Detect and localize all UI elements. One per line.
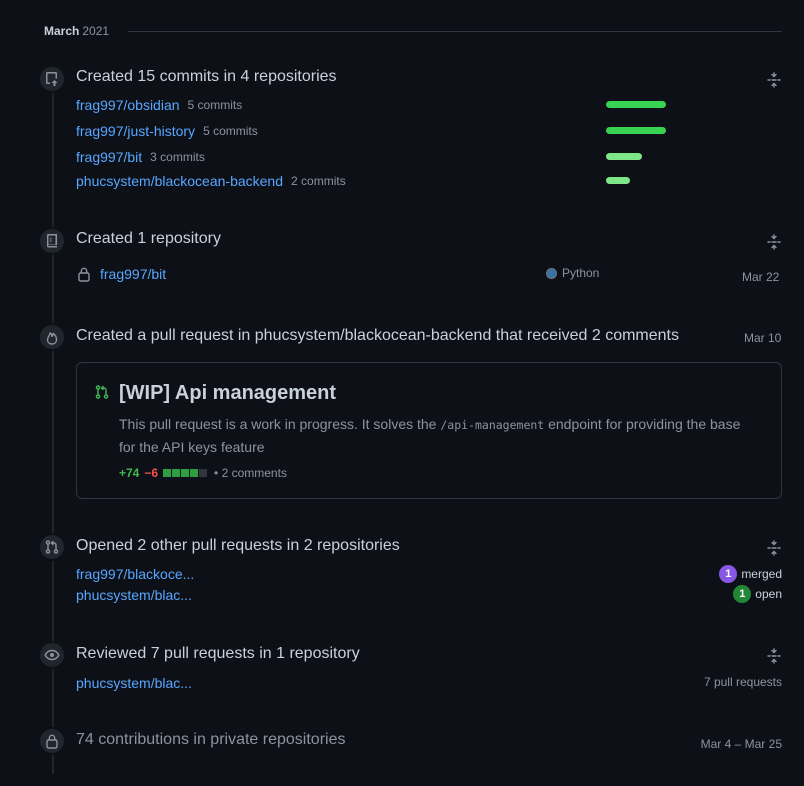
- pr-additions: +74: [119, 466, 140, 480]
- pr-section-title: Created a pull request in phucsystem/bla…: [76, 327, 679, 344]
- fold-icon[interactable]: [766, 234, 782, 250]
- private-badge: [38, 727, 66, 755]
- reviewed-section-title: Reviewed 7 pull requests in 1 repository: [76, 645, 360, 662]
- merged-count: 1: [719, 565, 738, 583]
- repo-icon: [47, 234, 57, 248]
- repo-date: Mar 22: [742, 270, 780, 284]
- contribution-activity: March 2021 Created 15 commits in 4 reposi…: [0, 0, 804, 786]
- review-badge: [38, 641, 66, 669]
- reviewed-repo-link[interactable]: phucsystem/blac...: [76, 675, 192, 691]
- commit-count[interactable]: 3 commits: [150, 150, 205, 164]
- pr-meta: +74 −6 • 2 comments: [119, 466, 287, 480]
- commit-repo-link[interactable]: frag997/obsidian: [76, 97, 180, 113]
- fold-icon[interactable]: [766, 540, 782, 556]
- merged-status[interactable]: 1 merged: [719, 565, 782, 583]
- commit-repo-link[interactable]: frag997/just-history: [76, 123, 195, 139]
- pr-description: This pull request is a work in progress.…: [119, 413, 759, 458]
- private-section-title: 74 contributions in private repositories: [76, 731, 346, 748]
- commit-row: frag997/bit 3 commits: [76, 147, 205, 167]
- month-label: March 2021: [44, 24, 109, 38]
- created-repo-link[interactable]: frag997/bit: [100, 266, 166, 282]
- month-year: 2021: [82, 24, 110, 38]
- timeline-line: [52, 92, 54, 774]
- pr-date: Mar 10: [744, 331, 782, 345]
- commit-count[interactable]: 2 commits: [291, 174, 346, 188]
- month-name: March: [44, 24, 80, 38]
- open-count: 1: [733, 585, 752, 603]
- private-date-range: Mar 4 – Mar 25: [700, 737, 782, 751]
- commit-row: phucsystem/blackocean-backend 2 commits: [76, 171, 346, 191]
- eye-icon: [44, 649, 60, 661]
- pull-request-icon: [45, 540, 59, 554]
- lock-icon: [78, 267, 90, 282]
- diffstat-block: [190, 469, 199, 477]
- open-status[interactable]: 1 open: [733, 585, 782, 603]
- repo-badge: [38, 227, 66, 255]
- lock-icon: [46, 734, 58, 749]
- pr-comments[interactable]: • 2 comments: [214, 466, 287, 480]
- flame-icon: [46, 332, 58, 345]
- pr-description-text: This pull request is a work in progress.…: [119, 416, 441, 432]
- opened-section-title: Opened 2 other pull requests in 2 reposi…: [76, 537, 400, 554]
- commit-share-bar: [606, 127, 666, 134]
- commit-share-bar: [606, 101, 666, 108]
- commit-share-bar: [606, 153, 642, 160]
- commit-repo-link[interactable]: phucsystem/blackocean-backend: [76, 173, 283, 189]
- commit-count[interactable]: 5 commits: [203, 124, 258, 138]
- commit-row: frag997/obsidian 5 commits: [76, 95, 242, 115]
- language-name: Python: [562, 266, 600, 280]
- month-divider: [128, 31, 782, 32]
- pull-request-card: [WIP] Api management This pull request i…: [76, 362, 782, 499]
- language-color-dot: [546, 267, 557, 279]
- diffstat-block: [199, 469, 208, 477]
- commits-title: Created 15 commits in 4 repositories: [76, 68, 337, 85]
- opened-pr-repo-link[interactable]: phucsystem/blac...: [76, 587, 192, 603]
- repo-language: Python: [546, 266, 599, 280]
- commit-badge: [38, 65, 66, 93]
- fold-icon[interactable]: [766, 72, 782, 88]
- pull-request-icon: [95, 385, 109, 399]
- open-label: open: [755, 587, 782, 601]
- pr-title-link[interactable]: [WIP] Api management: [119, 382, 336, 405]
- pr-badge: [38, 323, 66, 351]
- pr-deletions: −6: [144, 466, 159, 480]
- merged-label: merged: [741, 567, 782, 581]
- month-header: March 2021: [44, 24, 782, 40]
- reviewed-count: 7 pull requests: [703, 675, 782, 689]
- commit-row: frag997/just-history 5 commits: [76, 121, 258, 141]
- commit-share-bar: [606, 177, 630, 184]
- diffstat-block: [172, 469, 181, 477]
- opened-pr-badge: [38, 533, 66, 561]
- fold-icon[interactable]: [766, 648, 782, 664]
- created-repo-row: frag997/bit: [76, 266, 166, 282]
- diffstat-block: [181, 469, 190, 477]
- repo-push-icon: [46, 72, 58, 86]
- opened-pr-repo-link[interactable]: frag997/blackoce...: [76, 566, 194, 582]
- diffstat-bar: [163, 469, 208, 477]
- diffstat-block: [163, 469, 172, 477]
- commit-repo-link[interactable]: frag997/bit: [76, 149, 142, 165]
- repo-section-title: Created 1 repository: [76, 230, 221, 247]
- pr-description-code: /api-management: [440, 418, 545, 432]
- commit-count[interactable]: 5 commits: [188, 98, 243, 112]
